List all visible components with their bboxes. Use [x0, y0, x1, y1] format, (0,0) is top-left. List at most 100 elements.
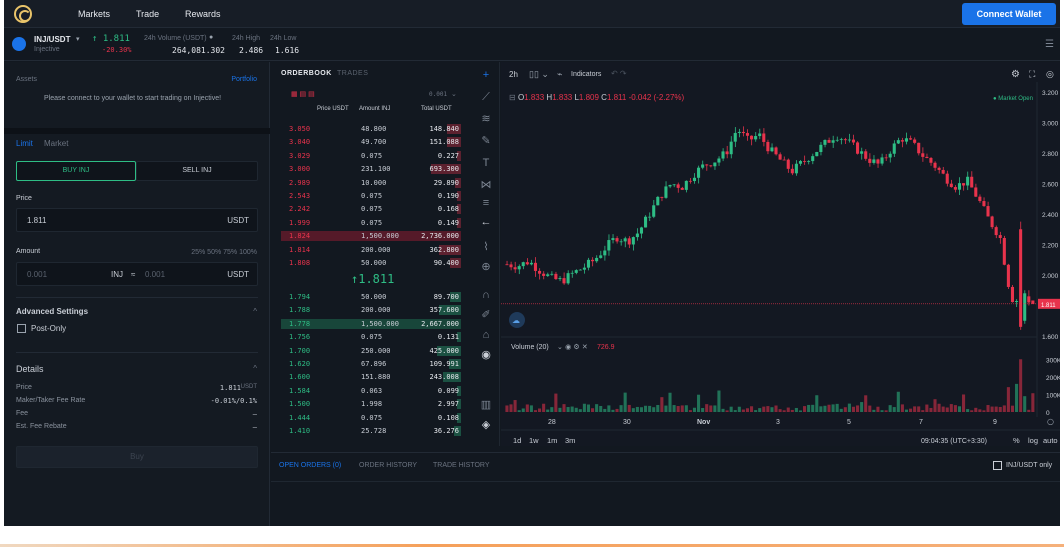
bid-row[interactable]: 1.584 0.063 0.099: [281, 385, 461, 396]
candle-type-icon[interactable]: ▯▯ ⌄: [529, 69, 549, 79]
nav-rewards[interactable]: Rewards: [185, 9, 221, 19]
tick-size-select[interactable]: 0.001: [429, 91, 447, 98]
col-total: Total USDT: [421, 106, 452, 112]
range-button[interactable]: 1m: [547, 436, 557, 445]
percent-toggle[interactable]: %: [1013, 436, 1020, 445]
crosshair-icon[interactable]: +: [479, 68, 493, 82]
bid-row[interactable]: 1.788 200.000 357.600: [281, 305, 461, 316]
ask-row[interactable]: 2.543 0.075 0.190: [281, 191, 461, 201]
ask-row[interactable]: 1.824 1,500.000 2,736.000: [281, 231, 461, 242]
candle-body: [676, 184, 680, 188]
buy-tab-button[interactable]: BUY INJ: [16, 161, 136, 181]
nav-markets[interactable]: Markets: [78, 9, 110, 19]
back-arrow-icon[interactable]: ←: [479, 215, 493, 229]
details-chevron-icon[interactable]: ^: [253, 364, 257, 373]
trash-icon[interactable]: ▥: [479, 398, 493, 412]
total-unit: USDT: [227, 270, 249, 279]
pair-only-checkbox[interactable]: [993, 461, 1002, 470]
lock-drawing-icon[interactable]: ✐: [479, 308, 493, 322]
bid-row[interactable]: 1.756 0.075 0.131: [281, 332, 461, 343]
range-button[interactable]: 3m: [565, 436, 575, 445]
sell-tab-button[interactable]: SELL INJ: [136, 161, 258, 181]
price-label: Price: [16, 195, 32, 202]
layers-icon[interactable]: ◈: [479, 418, 493, 432]
trend-line-icon[interactable]: ⟋: [479, 90, 493, 104]
measure-icon[interactable]: ≡: [479, 196, 493, 210]
nav-trade[interactable]: Trade: [136, 9, 159, 19]
ask-row[interactable]: 2.989 10.000 29.890: [281, 177, 461, 188]
bid-row[interactable]: 1.778 1,500.000 2,667.000: [281, 318, 461, 329]
bid-row[interactable]: 1.620 67.896 109.991: [281, 359, 461, 369]
connect-wallet-button[interactable]: Connect Wallet: [962, 3, 1056, 25]
tab-open-orders[interactable]: OPEN ORDERS (0): [279, 462, 341, 469]
price-input[interactable]: 1.811 USDT: [16, 208, 258, 232]
time-tick: 7: [919, 419, 923, 426]
reset-zoom-icon[interactable]: ○: [1047, 417, 1054, 426]
bid-row[interactable]: 1.700 250.000 425.000: [281, 345, 461, 356]
ask-row[interactable]: 3.029 0.075 0.227: [281, 150, 461, 161]
tab-order-history[interactable]: ORDER HISTORY: [359, 462, 417, 469]
buy-submit-button[interactable]: Buy: [16, 446, 258, 468]
chart-svg[interactable]: 2h ▯▯ ⌄ ⌁ Indicators ↶ ↷ ⚙ ⛶ ◎ ⊟ O1.833 H1.833 L…: [501, 62, 1060, 446]
zoom-in-icon[interactable]: ⊕: [479, 260, 493, 274]
amount-input[interactable]: 0.001 INJ ≈ 0.001 USDT: [16, 262, 258, 286]
ask-row[interactable]: 2.242 0.075 0.168: [281, 204, 461, 215]
ask-row[interactable]: 3.000 231.100 693.300: [281, 164, 461, 175]
interval-button[interactable]: 2h: [509, 70, 518, 79]
market-open-status: ● Market Open: [993, 96, 1033, 102]
fullscreen-icon[interactable]: ⛶: [1028, 69, 1036, 80]
log-toggle[interactable]: log: [1028, 436, 1038, 445]
volume-value: 726.9: [597, 344, 615, 351]
tab-trade-history[interactable]: TRADE HISTORY: [433, 462, 490, 469]
camera-icon[interactable]: ◎: [1046, 70, 1054, 80]
chart-clock[interactable]: 09:04:35 (UTC+3:30): [921, 438, 987, 445]
range-button[interactable]: 1w: [529, 436, 539, 445]
fib-icon[interactable]: ≋: [479, 112, 493, 126]
magnet-icon[interactable]: ∩: [479, 288, 493, 302]
chevron-up-icon[interactable]: ^: [253, 307, 257, 316]
ask-row[interactable]: 1.808 50.000 90.400: [281, 258, 461, 268]
portfolio-link[interactable]: Portfolio: [231, 76, 257, 83]
indicators-icon[interactable]: ⌁: [557, 69, 562, 79]
chevron-down-icon[interactable]: ▾: [76, 35, 80, 43]
tab-limit[interactable]: Limit: [16, 139, 33, 148]
volume-tick: 200K: [1046, 375, 1060, 382]
settings-sliders-icon[interactable]: ☰: [1045, 39, 1054, 50]
total-placeholder[interactable]: 0.001: [145, 270, 165, 279]
candle-body: [558, 278, 562, 280]
chevron-down-icon[interactable]: ⌄: [451, 90, 457, 98]
pattern-icon[interactable]: ⋈: [479, 178, 493, 192]
amount-percent-buttons[interactable]: 25% 50% 75% 100%: [191, 249, 257, 256]
ask-row[interactable]: 3.040 49.700 151.088: [281, 137, 461, 148]
both-sides-view-icon[interactable]: ▦ ▤ ▤: [291, 90, 315, 98]
row-amount: 0.075: [361, 218, 383, 227]
undo-redo-icon[interactable]: ↶ ↷: [611, 69, 627, 78]
ask-row[interactable]: 1.999 0.075 0.149: [281, 217, 461, 228]
bid-row[interactable]: 1.794 50.000 89.700: [281, 292, 461, 302]
indicators-button[interactable]: Indicators: [571, 71, 602, 78]
gear-icon[interactable]: ⚙: [1011, 69, 1020, 80]
tab-market[interactable]: Market: [44, 139, 68, 148]
tab-trades[interactable]: TRADES: [337, 70, 368, 77]
tab-orderbook[interactable]: ORDERBOOK: [281, 70, 332, 77]
advanced-settings-toggle[interactable]: Advanced Settings: [16, 307, 88, 316]
range-button[interactable]: 1d: [513, 436, 521, 445]
logo-icon[interactable]: [14, 5, 32, 23]
pair-name[interactable]: INJ/USDT: [34, 35, 70, 44]
price-chart[interactable]: 2h ▯▯ ⌄ ⌁ Indicators ↶ ↷ ⚙ ⛶ ◎ ⊟ O1.833 H1.833 L…: [501, 62, 1060, 446]
brush-icon[interactable]: ✎: [479, 134, 493, 148]
post-only-checkbox[interactable]: [17, 324, 26, 333]
lock-icon[interactable]: ⌂: [479, 328, 493, 342]
ruler-icon[interactable]: ⌇: [479, 240, 493, 254]
bid-row[interactable]: 1.410 25.728 36.276: [281, 426, 461, 436]
ask-row[interactable]: 1.814 200.000 362.800: [281, 244, 461, 255]
eye-icon[interactable]: ◉: [479, 348, 493, 362]
bid-row[interactable]: 1.444 0.075 0.108: [281, 412, 461, 423]
bid-row[interactable]: 1.600 151.880 243.008: [281, 372, 461, 383]
text-icon[interactable]: T: [479, 156, 493, 170]
ask-row[interactable]: 3.050 48.800 148.840: [281, 124, 461, 134]
auto-toggle[interactable]: auto: [1043, 436, 1058, 445]
bid-row[interactable]: 1.500 1.998 2.997: [281, 399, 461, 410]
info-icon[interactable]: ●: [209, 34, 213, 41]
volume-controls-icon[interactable]: ⌄ ◉ ⚙ ✕: [557, 343, 588, 351]
